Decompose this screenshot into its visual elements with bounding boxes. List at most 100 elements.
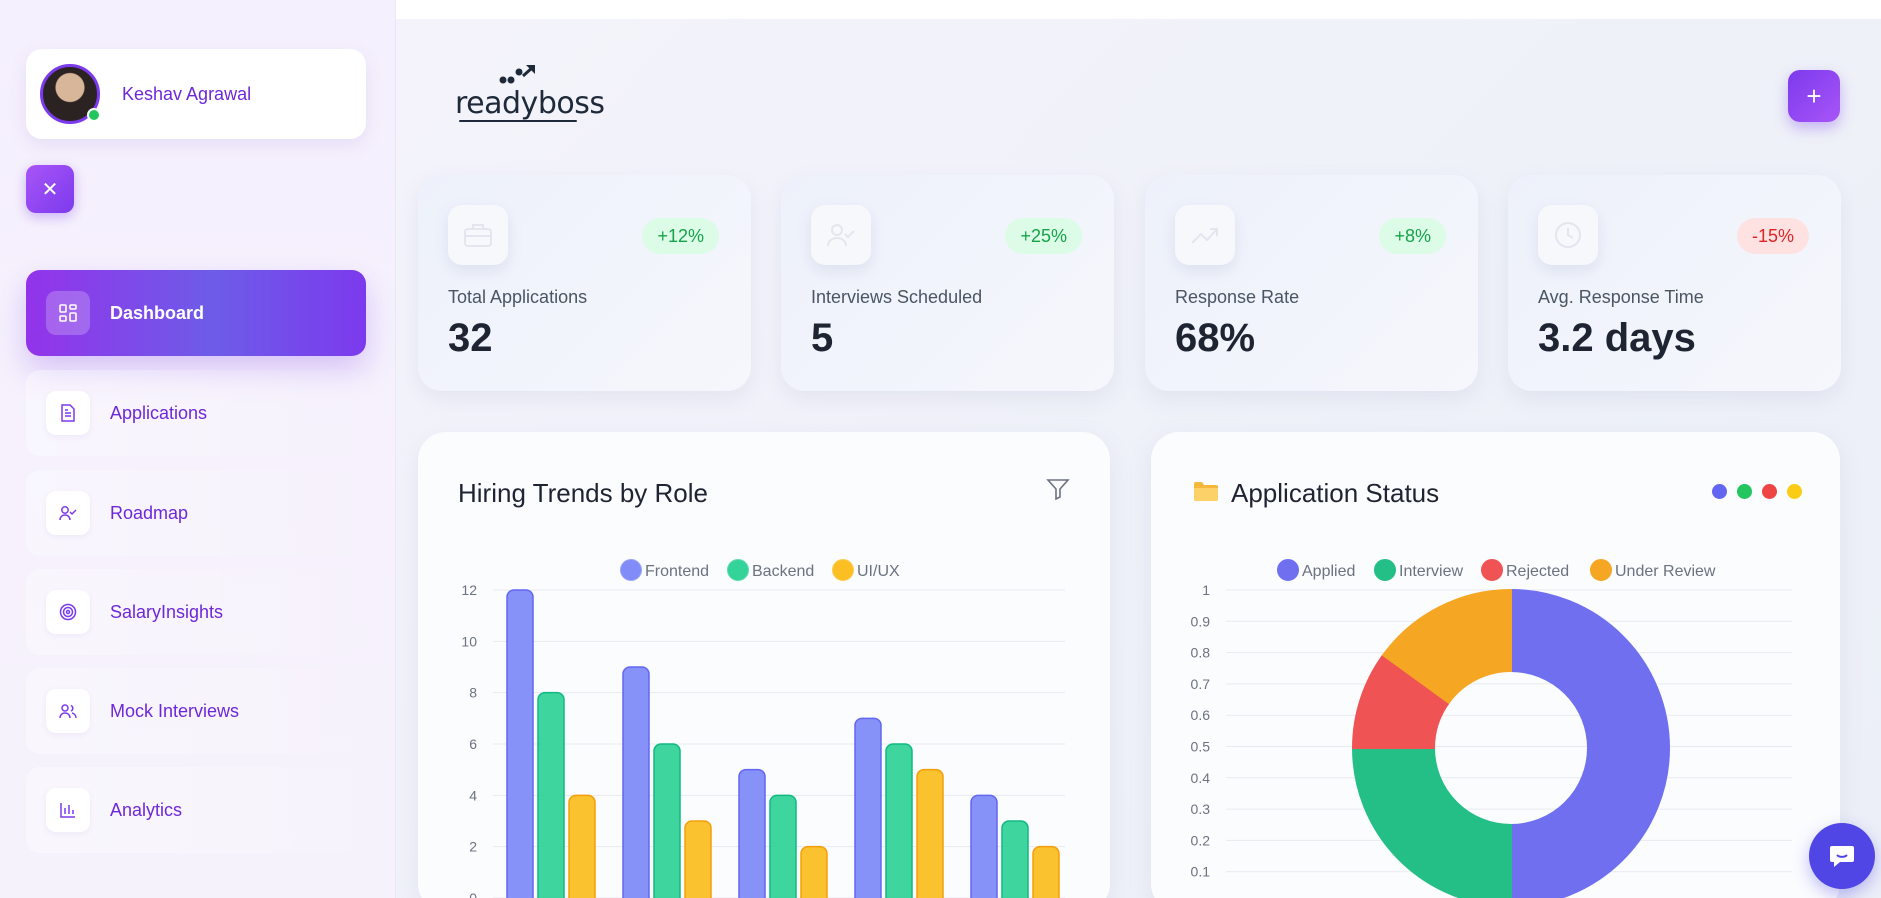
legend-label: Backend bbox=[752, 563, 814, 580]
logo-mark-icon bbox=[499, 65, 535, 84]
readyboss-logo[interactable]: readyboss bbox=[455, 62, 605, 122]
y-tick-label: 1 bbox=[1202, 582, 1210, 598]
sidebar-item-salaryinsights[interactable]: SalaryInsights bbox=[26, 569, 366, 655]
y-tick-label: 0.1 bbox=[1191, 864, 1211, 880]
stat-change-badge: -15% bbox=[1736, 218, 1809, 254]
grid-icon bbox=[46, 291, 90, 335]
sidebar-item-label: Roadmap bbox=[110, 502, 189, 523]
y-tick-label: 0.2 bbox=[1191, 832, 1211, 848]
stat-value: 3.2 days bbox=[1538, 316, 1696, 360]
stat-value: 68% bbox=[1175, 316, 1256, 360]
hiring-trends-panel: Hiring Trends by Role 0 2 4 6 8 10 12 Frontend… bbox=[418, 432, 1110, 898]
bar-frontend bbox=[970, 794, 998, 898]
sidebar-item-label: Mock Interviews bbox=[110, 700, 240, 721]
y-tick-label: 0.8 bbox=[1191, 645, 1211, 661]
stat-change-badge: +8% bbox=[1379, 218, 1446, 254]
profile-card[interactable]: Keshav Agrawal bbox=[26, 49, 366, 139]
briefcase-icon bbox=[448, 205, 508, 265]
legend-swatch bbox=[1590, 559, 1612, 581]
y-tick-label: 4 bbox=[469, 787, 477, 803]
online-status-dot bbox=[87, 108, 101, 122]
bar-uiux bbox=[684, 820, 712, 898]
sidebar-item-label: Dashboard bbox=[110, 302, 205, 323]
sidebar-item-label: Analytics bbox=[110, 799, 183, 820]
bar-backend bbox=[653, 743, 681, 898]
application-status-chart: 00.10.20.30.40.50.60.70.80.91 AppliedInt… bbox=[1191, 559, 1792, 898]
application-status-panel: Application Status 00.10.20.30.40.50.60.… bbox=[1151, 432, 1840, 898]
logo-underline bbox=[459, 120, 577, 122]
stat-value: 32 bbox=[448, 316, 493, 360]
close-icon: ✕ bbox=[41, 178, 59, 201]
sidebar-item-roadmap[interactable]: Roadmap bbox=[26, 470, 366, 556]
add-button[interactable]: + bbox=[1788, 70, 1840, 122]
clock-icon bbox=[1538, 205, 1598, 265]
legend-label: Rejected bbox=[1506, 563, 1569, 580]
stat-label: Interviews Scheduled bbox=[811, 287, 983, 307]
sidebar-item-analytics[interactable]: Analytics bbox=[26, 767, 366, 853]
y-tick-label: 0.9 bbox=[1191, 613, 1211, 629]
y-tick-label: 0 bbox=[469, 890, 477, 898]
chat-button[interactable] bbox=[1809, 823, 1875, 889]
close-sidebar-button[interactable]: ✕ bbox=[26, 165, 74, 213]
bar-uiux bbox=[1032, 845, 1060, 898]
plus-icon: + bbox=[1806, 80, 1822, 111]
sidebar-item-label: SalaryInsights bbox=[110, 601, 224, 622]
chat-icon bbox=[1830, 846, 1854, 867]
y-tick-label: 6 bbox=[469, 736, 477, 752]
bar-chart-icon bbox=[46, 788, 90, 832]
stat-label: Response Rate bbox=[1175, 287, 1300, 307]
sidebar-item-mock-interviews[interactable]: Mock Interviews bbox=[26, 668, 366, 754]
document-icon bbox=[46, 391, 90, 435]
y-tick-label: 10 bbox=[461, 633, 477, 649]
sidebar-item-applications[interactable]: Applications bbox=[26, 370, 366, 456]
bar-backend bbox=[769, 794, 797, 898]
y-tick-label: 8 bbox=[469, 685, 477, 701]
bar-frontend bbox=[854, 717, 882, 898]
bar-uiux bbox=[800, 845, 828, 898]
legend-swatch bbox=[1277, 559, 1299, 581]
bar-backend bbox=[1001, 820, 1029, 898]
hiring-trends-chart: 0 2 4 6 8 10 12 Frontend Backend UI/UX bbox=[461, 559, 1065, 898]
profile-name: Keshav Agrawal bbox=[122, 83, 252, 104]
stat-label: Avg. Response Time bbox=[1538, 287, 1704, 307]
donut-slice-applied bbox=[1510, 588, 1670, 898]
stat-label: Total Applications bbox=[448, 287, 588, 307]
sidebar-item-dashboard[interactable]: Dashboard bbox=[26, 270, 366, 356]
legend-swatch bbox=[727, 559, 749, 581]
top-bar bbox=[396, 0, 1881, 19]
stat-value: 5 bbox=[811, 316, 834, 360]
legend-swatch bbox=[1481, 559, 1503, 581]
bar-backend bbox=[537, 691, 565, 898]
legend-label: Interview bbox=[1399, 563, 1463, 580]
y-tick-label: 0.4 bbox=[1191, 770, 1211, 786]
bar-uiux bbox=[568, 794, 596, 898]
trending-up-icon bbox=[1175, 205, 1235, 265]
legend-label: Applied bbox=[1302, 563, 1355, 580]
user-check-icon bbox=[811, 205, 871, 265]
bar-frontend bbox=[738, 768, 766, 898]
stat-card-response-rate: +8% Response Rate 68% bbox=[1145, 175, 1478, 391]
user-check-icon bbox=[46, 491, 90, 535]
legend-label: Frontend bbox=[645, 563, 709, 580]
donut-slice-interview bbox=[1351, 747, 1512, 898]
target-icon bbox=[46, 590, 90, 634]
stat-card-interviews-scheduled: +25% Interviews Scheduled 5 bbox=[781, 175, 1114, 391]
y-tick-label: 0.6 bbox=[1191, 707, 1211, 723]
bar-uiux bbox=[916, 768, 944, 898]
legend-swatch bbox=[832, 559, 854, 581]
y-tick-label: 0.7 bbox=[1191, 676, 1211, 692]
bar-frontend bbox=[506, 589, 534, 898]
stat-card-total-applications: +12% Total Applications 32 bbox=[418, 175, 751, 391]
sidebar: Keshav Agrawal ✕ Dashboard Applications … bbox=[0, 0, 396, 898]
legend-swatch bbox=[1374, 559, 1396, 581]
y-tick-label: 2 bbox=[469, 839, 477, 855]
stat-change-badge: +25% bbox=[1005, 218, 1082, 254]
legend-swatch bbox=[620, 559, 642, 581]
sidebar-item-label: Applications bbox=[110, 402, 208, 423]
avatar bbox=[40, 64, 101, 124]
legend-label: Under Review bbox=[1615, 563, 1716, 580]
users-icon bbox=[46, 689, 90, 733]
logo-text: readyboss bbox=[455, 86, 605, 121]
y-tick-label: 12 bbox=[461, 582, 477, 598]
bar-frontend bbox=[622, 666, 650, 898]
